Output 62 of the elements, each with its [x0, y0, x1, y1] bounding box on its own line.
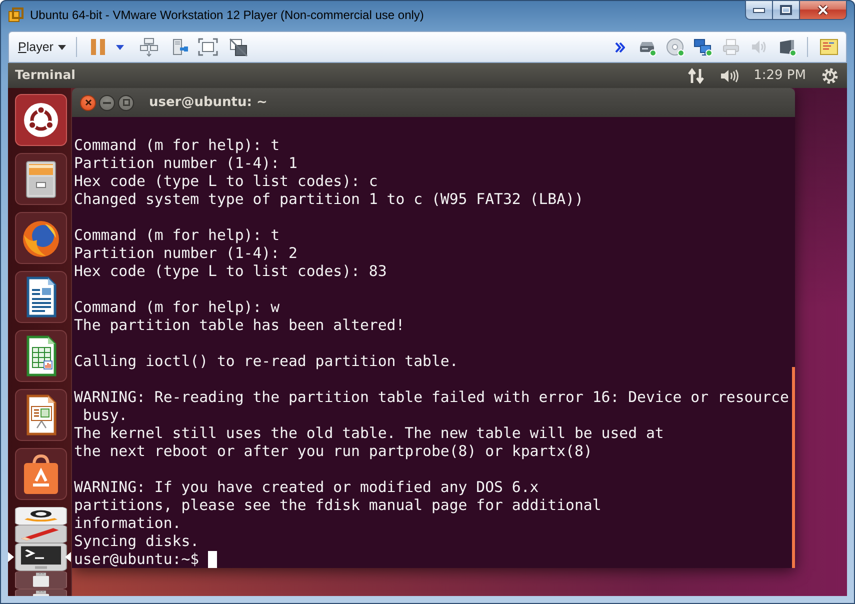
disc-icon[interactable]: [665, 37, 685, 57]
minimize-icon: [753, 8, 765, 12]
boxes-arrow-icon[interactable]: [139, 37, 160, 57]
terminal-line: the next reboot or after you run partprobe(8) or kpartx(8): [74, 442, 592, 460]
up-down-arrows-icon[interactable]: [688, 68, 704, 84]
prompt-text: user@ubuntu:~$: [74, 550, 200, 568]
terminal-line: Hex code (type L to list codes): c: [74, 172, 378, 190]
circle-logo-icon[interactable]: [15, 94, 67, 146]
terminal-line: Hex code (type L to list codes): 83: [74, 262, 387, 280]
terminal-line: Command (m for help): t: [74, 226, 280, 244]
presentation-icon[interactable]: [15, 389, 67, 441]
usb-device-icon[interactable]: [777, 37, 797, 57]
clock-label[interactable]: 1:29 PM: [754, 66, 806, 86]
terminal-line: WARNING: Re-reading the partition table failed with error 16: Device or resource: [74, 388, 789, 406]
pause-icon[interactable]: [91, 39, 106, 55]
terminal-line: busy.: [82, 406, 128, 424]
minimize-icon: [103, 102, 111, 104]
close-icon: [817, 5, 829, 15]
file-cabinet-icon[interactable]: [15, 153, 67, 205]
shopping-bag-icon[interactable]: [15, 448, 67, 500]
close-icon: [84, 99, 92, 106]
terminal-line: Changed system type of partition 1 to c (W95 FAT32 (LBA)): [74, 190, 584, 208]
scrollbar-thumb[interactable]: [792, 367, 795, 568]
maximize-button[interactable]: [118, 94, 134, 110]
terminal-line: information.: [74, 514, 182, 532]
minimize-button[interactable]: [745, 0, 773, 20]
minimize-button[interactable]: [99, 94, 115, 110]
spreadsheet-icon[interactable]: [15, 330, 67, 382]
crossed-windows-icon[interactable]: [229, 38, 248, 56]
terminal-line: Syncing disks.: [74, 532, 200, 550]
fullscreen-icon[interactable]: [198, 38, 218, 56]
maximize-icon: [122, 99, 130, 106]
double-chevron-icon[interactable]: [615, 40, 625, 54]
window-title: Ubuntu 64-bit - VMware Workstation 12 Player (Non-commercial use only): [30, 8, 424, 22]
caret-icon[interactable]: [116, 44, 124, 50]
plug-device-icon[interactable]: [170, 37, 190, 57]
overlapping-squares-icon: [8, 7, 24, 23]
window-title: user@ubuntu: ~: [149, 94, 268, 112]
terminal-line: Partition number (1-4): 2: [74, 244, 298, 262]
terminal-line: WARNING: If you have created or modified any DOS 6.x: [74, 478, 539, 496]
terminal-icon[interactable]: [15, 543, 67, 571]
network-monitors-icon[interactable]: [693, 37, 713, 57]
terminal-line: partitions, please see the fdisk manual page for additional: [74, 496, 602, 514]
gear-icon[interactable]: [822, 68, 838, 84]
terminal-line: Calling ioctl() to re-read partition table.: [74, 352, 458, 370]
speaker-icon[interactable]: [720, 68, 740, 84]
terminal-line: Command (m for help): t: [74, 136, 280, 154]
smile-arrow-icon[interactable]: [15, 507, 67, 525]
terminal-line: Partition number (1-4): 1: [74, 154, 298, 172]
close-button[interactable]: [800, 0, 847, 20]
caret-icon: [58, 44, 66, 50]
text-document-icon[interactable]: [15, 271, 67, 323]
player-menu-button[interactable]: Player: [14, 36, 70, 58]
maximize-button[interactable]: [773, 0, 800, 20]
maximize-icon: [780, 5, 792, 15]
close-button[interactable]: [80, 94, 96, 110]
terminal-line: The kernel still uses the old table. The new table will be used at: [74, 424, 664, 442]
terminal-line: The partition table has been altered!: [74, 316, 405, 334]
terminal-line: Command (m for help): w: [74, 298, 280, 316]
app-name-label: Terminal: [15, 66, 76, 84]
fox-globe-icon[interactable]: [15, 212, 67, 264]
sticky-note-icon[interactable]: [820, 38, 838, 56]
